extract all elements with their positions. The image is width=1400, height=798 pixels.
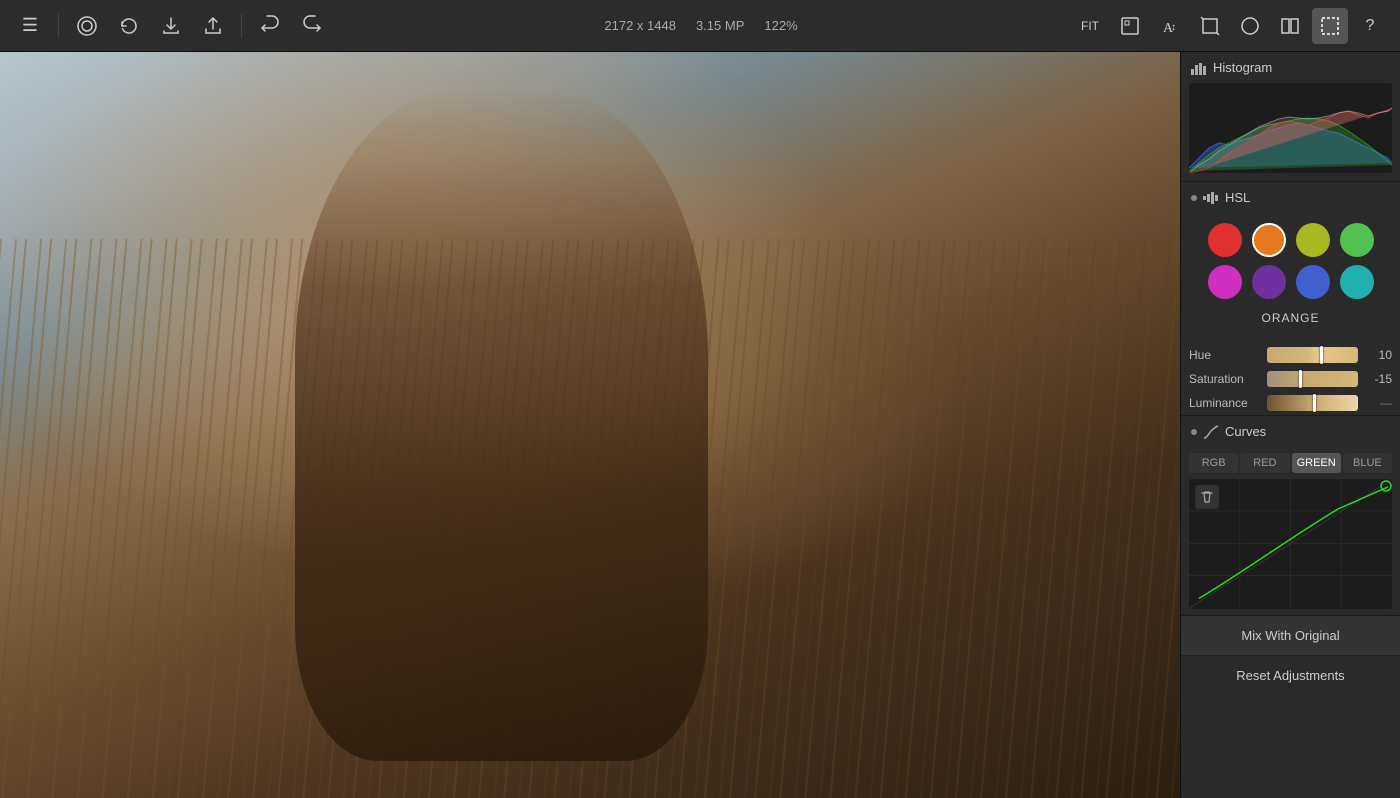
tab-green[interactable]: GREEN — [1292, 453, 1341, 473]
color-yellow-green[interactable] — [1296, 223, 1330, 257]
curves-section: Curves RGB RED GREEN BLUE — [1181, 416, 1400, 616]
toolbar-divider-2 — [241, 14, 242, 38]
curves-display[interactable] — [1189, 479, 1392, 609]
undo-button[interactable] — [252, 8, 288, 44]
svg-text:↕: ↕ — [1171, 22, 1176, 33]
curves-reset-button[interactable] — [1195, 485, 1219, 509]
hsl-icon — [1203, 191, 1219, 205]
hsl-header: HSL — [1181, 182, 1400, 213]
histogram-display — [1189, 83, 1392, 173]
hue-label: Hue — [1189, 348, 1261, 362]
curves-collapse-dot[interactable] — [1191, 429, 1197, 435]
right-panel: Histogram — [1180, 52, 1400, 798]
color-blue[interactable] — [1296, 265, 1330, 299]
text-button[interactable]: A ↕ — [1152, 8, 1188, 44]
select-button[interactable] — [1312, 8, 1348, 44]
split-button[interactable] — [1272, 8, 1308, 44]
fit-button[interactable]: FIT — [1072, 8, 1108, 44]
hsl-color-picker: ORANGE — [1181, 213, 1400, 343]
bottom-section: Mix With Original Reset Adjustments — [1181, 616, 1400, 695]
tab-rgb[interactable]: RGB — [1189, 453, 1238, 473]
color-teal[interactable] — [1340, 265, 1374, 299]
color-purple[interactable] — [1252, 265, 1286, 299]
mix-with-original-button[interactable]: Mix With Original — [1181, 616, 1400, 656]
luminance-label: Luminance — [1189, 396, 1261, 410]
tool-icons: FIT A ↕ — [1072, 8, 1388, 44]
luminance-value: — — [1364, 396, 1392, 410]
curves-tabs: RGB RED GREEN BLUE — [1181, 447, 1400, 473]
saturation-label: Saturation — [1189, 372, 1261, 386]
hsl-section: HSL ORANGE Hue — [1181, 182, 1400, 416]
color-green[interactable] — [1340, 223, 1374, 257]
hue-slider[interactable] — [1267, 347, 1358, 363]
color-red[interactable] — [1208, 223, 1242, 257]
reset-adjustments-button[interactable]: Reset Adjustments — [1181, 656, 1400, 695]
toolbar-divider-1 — [58, 14, 59, 38]
saturation-slider-row: Saturation -15 — [1181, 367, 1400, 391]
image-megapixels: 3.15 MP — [696, 18, 744, 33]
color-orange[interactable] — [1252, 223, 1286, 257]
main-content: Histogram — [0, 52, 1400, 798]
help-button[interactable]: ? — [1352, 8, 1388, 44]
fullscreen-button[interactable] — [1112, 8, 1148, 44]
hsl-title: HSL — [1225, 190, 1250, 205]
tab-red[interactable]: RED — [1240, 453, 1289, 473]
hsl-color-row-1 — [1189, 223, 1392, 257]
curves-icon — [1203, 425, 1219, 439]
curves-title: Curves — [1225, 424, 1266, 439]
tab-blue[interactable]: BLUE — [1343, 453, 1392, 473]
luminance-slider[interactable] — [1267, 395, 1358, 411]
crop-button[interactable] — [1192, 8, 1228, 44]
image-dimensions: 2172 x 1448 — [604, 18, 676, 33]
circle-button[interactable] — [1232, 8, 1268, 44]
hue-value: 10 — [1364, 348, 1392, 362]
histogram-chart — [1189, 83, 1392, 173]
curves-header: Curves — [1181, 416, 1400, 447]
image-zoom: 122% — [764, 18, 797, 33]
hsl-color-row-2 — [1189, 265, 1392, 299]
hue-slider-row: Hue 10 — [1181, 343, 1400, 367]
image-info: 2172 x 1448 3.15 MP 122% — [336, 18, 1066, 33]
photo-overlay — [0, 52, 1180, 798]
luminance-slider-row: Luminance — — [1181, 391, 1400, 415]
histogram-section: Histogram — [1181, 52, 1400, 182]
photo-placeholder — [0, 52, 1180, 798]
saturation-value: -15 — [1364, 372, 1392, 386]
redo-button[interactable] — [294, 8, 330, 44]
stamp-button[interactable] — [69, 8, 105, 44]
histogram-title: Histogram — [1213, 60, 1272, 75]
saturation-slider[interactable] — [1267, 371, 1358, 387]
menu-button[interactable]: ☰ — [12, 8, 48, 44]
hsl-collapse-dot[interactable] — [1191, 195, 1197, 201]
toolbar: ☰ 2172 — [0, 0, 1400, 52]
selected-color-label: ORANGE — [1189, 307, 1392, 333]
histogram-icon — [1191, 61, 1207, 75]
histogram-header: Histogram — [1181, 52, 1400, 83]
share-button[interactable] — [195, 8, 231, 44]
download-button[interactable] — [153, 8, 189, 44]
curves-chart — [1189, 479, 1392, 608]
canvas-area[interactable] — [0, 52, 1180, 798]
color-magenta[interactable] — [1208, 265, 1242, 299]
history-button[interactable] — [111, 8, 147, 44]
